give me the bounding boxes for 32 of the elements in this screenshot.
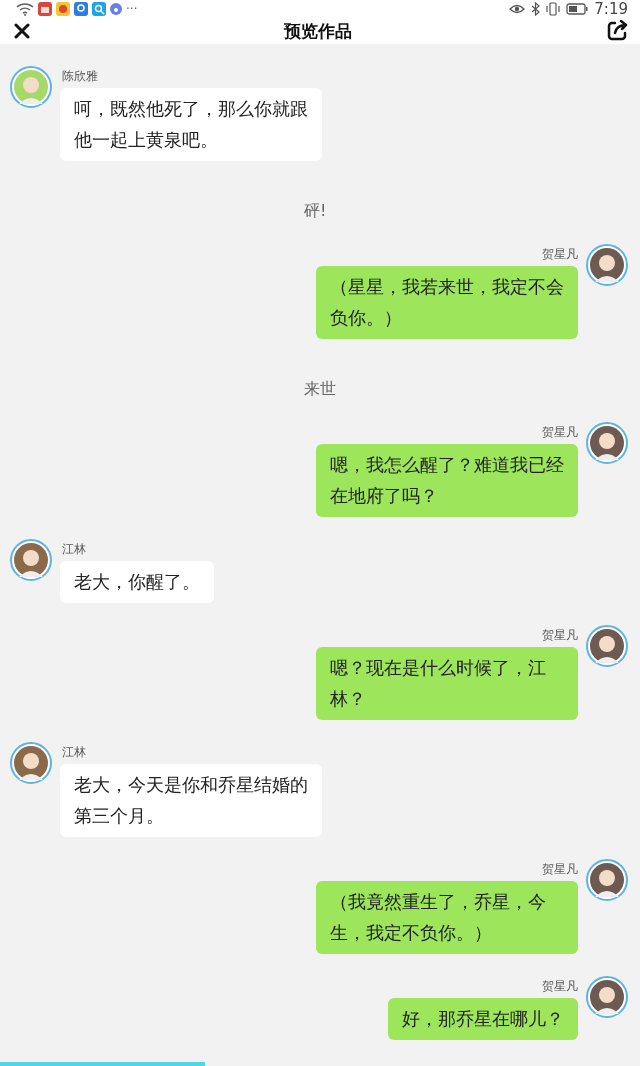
more-indicator: ··· bbox=[126, 2, 138, 16]
close-button[interactable] bbox=[14, 23, 30, 39]
message-bubble: （我竟然重生了，乔星，今生，我定不负你。） bbox=[316, 881, 578, 954]
message-bubble: 呵，既然他死了，那么你就跟他一起上黄泉吧。 bbox=[60, 88, 322, 161]
sender-name: 贺星凡 bbox=[542, 861, 578, 878]
narration-text: 来世 bbox=[304, 379, 336, 400]
message-bubble: 嗯？现在是什么时候了，江林？ bbox=[316, 647, 578, 720]
clock-time: 7:19 bbox=[594, 0, 628, 18]
page-title: 预览作品 bbox=[284, 19, 352, 43]
close-icon bbox=[14, 23, 30, 39]
message-bubble: （星星，我若来世，我定不会负你。） bbox=[316, 266, 578, 339]
sender-name: 江林 bbox=[62, 744, 87, 761]
eye-icon bbox=[509, 4, 526, 14]
vibrate-icon bbox=[546, 2, 561, 16]
music-icon bbox=[110, 3, 122, 15]
message-bubble: 好，那乔星在哪儿？ bbox=[388, 998, 578, 1040]
app-icon bbox=[56, 2, 70, 16]
sender-name: 陈欣雅 bbox=[62, 68, 99, 85]
message-bubble: 老大，你醒了。 bbox=[60, 561, 214, 603]
message-bubble: 老大，今天是你和乔星结婚的第三个月。 bbox=[60, 764, 322, 837]
bluetooth-icon bbox=[531, 2, 541, 16]
message-bubble: 嗯，我怎么醒了？难道我已经在地府了吗？ bbox=[316, 444, 578, 517]
sender-name: 江林 bbox=[62, 541, 87, 558]
sender-name: 贺星凡 bbox=[542, 246, 578, 263]
share-button[interactable] bbox=[606, 20, 628, 42]
sender-name: 贺星凡 bbox=[542, 978, 578, 995]
wifi-icon bbox=[16, 2, 34, 16]
battery-icon bbox=[566, 3, 589, 15]
sender-name: 贺星凡 bbox=[542, 627, 578, 644]
share-icon bbox=[606, 20, 628, 42]
sender-name: 贺星凡 bbox=[542, 424, 578, 441]
narration-text: 砰! bbox=[304, 201, 327, 222]
